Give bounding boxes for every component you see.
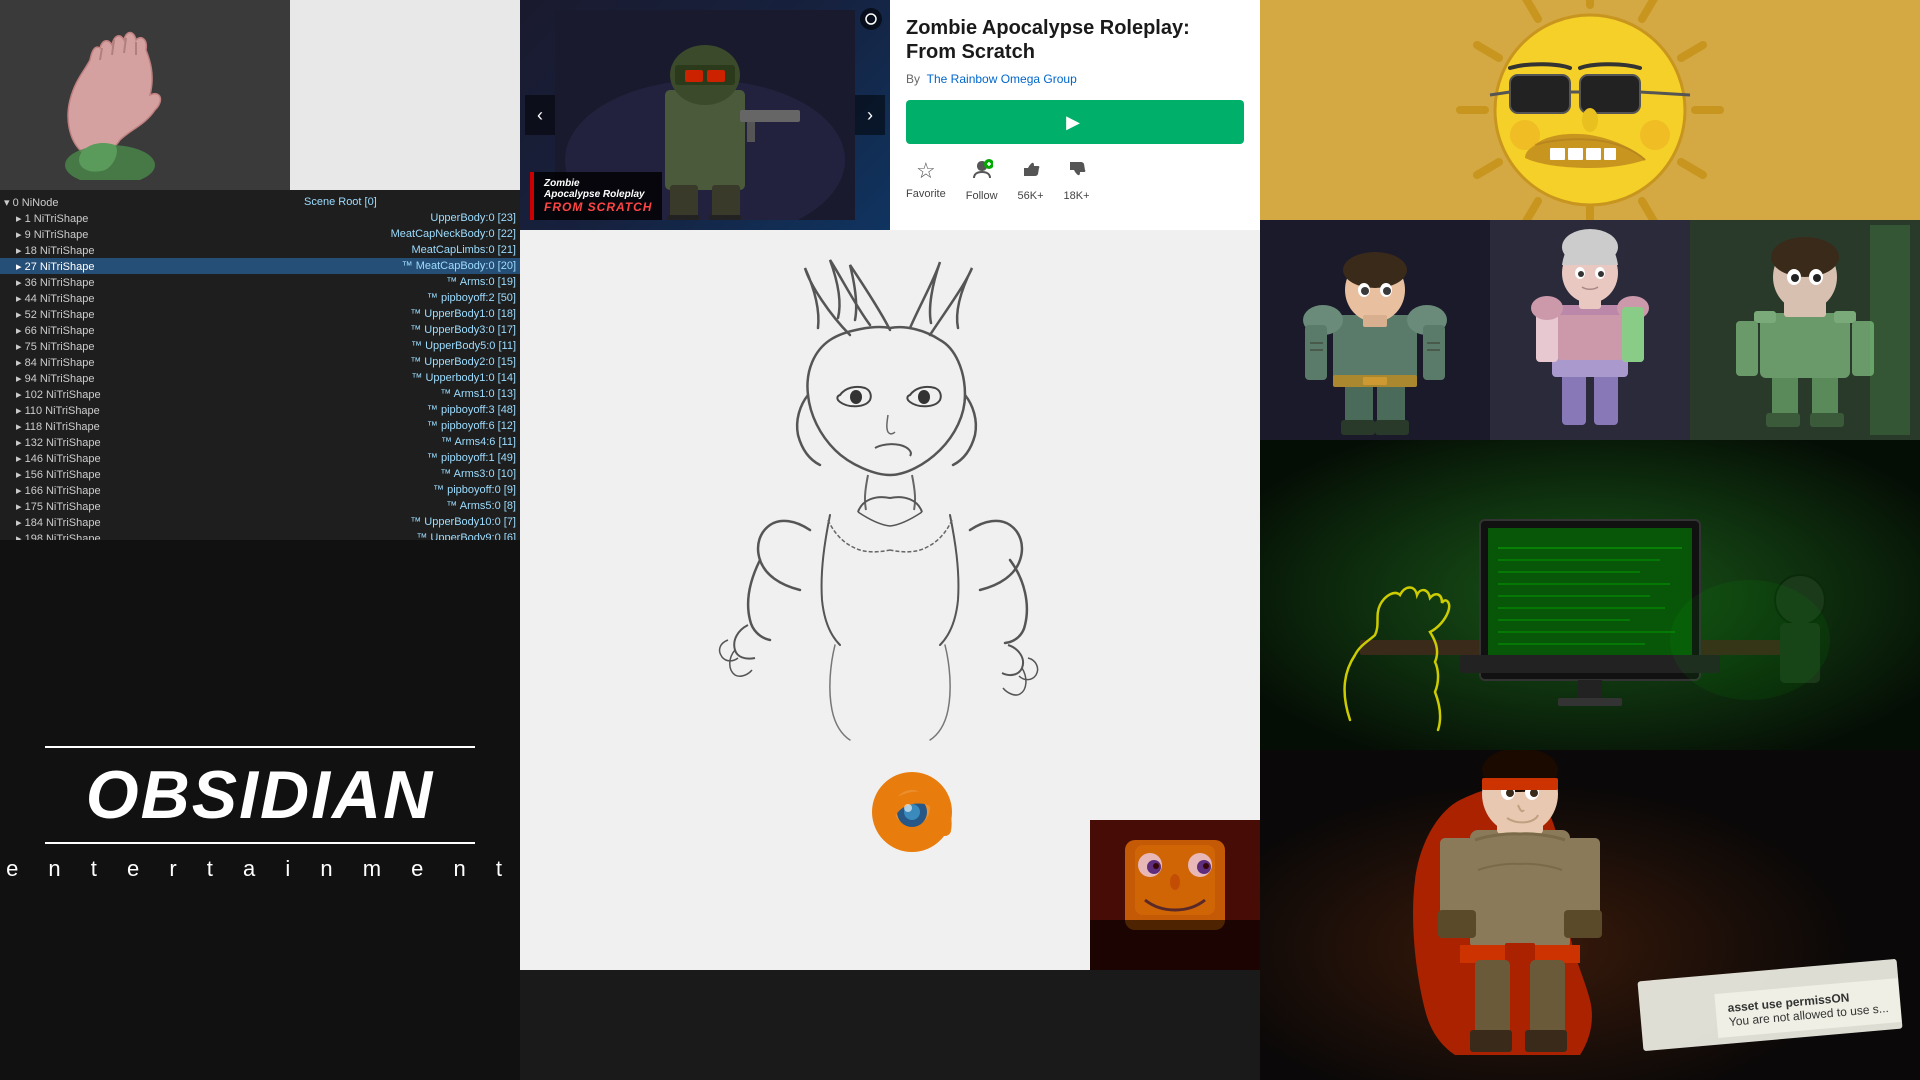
obsidian-title: OBSIDIAN xyxy=(86,756,434,834)
tree-row[interactable]: ▸ 36 NiTriShape ™ Arms:0 [19] xyxy=(0,274,520,290)
game-thumbnail: ‹ › ZombieApocalypse RoleplayFROM SCRATC… xyxy=(520,0,890,230)
dislike-count: 18K+ xyxy=(1064,190,1090,202)
tree-row[interactable]: ▸ 198 NiTriShape ™ UpperBody9:0 [6] xyxy=(0,530,520,540)
tree-row[interactable]: ▸ 94 NiTriShape ™ Upperbody1:0 [14] xyxy=(0,370,520,386)
action-buttons: ☆ Favorite Follow 56K+ xyxy=(906,158,1244,202)
tree-row[interactable]: ▸ 102 NiTriShape ™ Arms1:0 [13] xyxy=(0,386,520,402)
green-model-view xyxy=(1690,220,1920,440)
favorite-icon: ☆ xyxy=(916,158,936,184)
green-model-svg xyxy=(1700,225,1910,435)
favorite-label: Favorite xyxy=(906,188,946,200)
creator-name[interactable]: The Rainbow Omega Group xyxy=(927,72,1077,86)
char-models-panel xyxy=(1260,220,1920,440)
follow-label: Follow xyxy=(966,190,998,202)
game-info: Zombie Apocalypse Roleplay: From Scratch… xyxy=(890,0,1260,230)
roblox-panel: ‹ › ZombieApocalypse RoleplayFROM SCRATC… xyxy=(520,0,1260,230)
tree-row[interactable]: ▸ 118 NiTriShape ™ pipboyoff:6 [12] xyxy=(0,418,520,434)
zombie-title-text: ZombieApocalypse RoleplayFROM SCRATCH xyxy=(544,178,652,214)
green-glow-panel xyxy=(1260,440,1920,750)
soldier-model-svg xyxy=(1275,225,1475,435)
obsidian-logo-area: OBSIDIAN e n t e r t a i n m e n t xyxy=(0,540,520,1080)
warrior-panel: asset use permissON You are not allowed … xyxy=(1260,750,1920,1080)
center-panel: ‹ › ZombieApocalypse RoleplayFROM SCRATC… xyxy=(520,0,1260,1080)
tree-row[interactable]: ▸ 9 NiTriShape MeatCapNeckBody:0 [22] xyxy=(0,226,520,242)
tree-row[interactable]: ▾ 0 NiNode Scene Root [0] xyxy=(0,194,520,210)
blender-logo-svg xyxy=(870,770,955,855)
next-arrow[interactable]: › xyxy=(855,95,885,135)
tree-row[interactable]: ▸ 110 NiTriShape ™ pipboyoff:3 [48] xyxy=(0,402,520,418)
right-panel: asset use permissON You are not allowed … xyxy=(1260,0,1920,1080)
play-button[interactable]: ▶ xyxy=(906,100,1244,144)
obsidian-subtitle: e n t e r t a i n m e n t xyxy=(6,856,514,882)
warrior-svg xyxy=(1260,750,1920,1080)
green-scene-svg xyxy=(1260,440,1920,750)
tree-row[interactable]: ▸ 166 NiTriShape ™ pipboyoff:0 [9] xyxy=(0,482,520,498)
hand-model-viewport xyxy=(0,0,290,190)
tree-row[interactable]: ▸ 132 NiTriShape ™ Arms4:6 [11] xyxy=(0,434,520,450)
like-icon xyxy=(1020,158,1042,186)
tree-row[interactable]: ▸ 175 NiTriShape ™ Arms5:0 [8] xyxy=(0,498,520,514)
tree-row[interactable]: ▸ 146 NiTriShape ™ pipboyoff:1 [49] xyxy=(0,450,520,466)
nav-dot xyxy=(860,8,882,30)
tree-row[interactable]: ▸ 52 NiTriShape ™ UpperBody1:0 [18] xyxy=(0,306,520,322)
tree-row[interactable]: ▸ 66 NiTriShape ™ UpperBody3:0 [17] xyxy=(0,322,520,338)
file-tree: ▾ 0 NiNode Scene Root [0] ▸ 1 NiTriShape… xyxy=(0,190,520,540)
prev-arrow[interactable]: ‹ xyxy=(525,95,555,135)
blender-logo xyxy=(870,770,955,860)
like-count: 56K+ xyxy=(1018,190,1044,202)
obsidian-bottom-line xyxy=(45,842,475,844)
favorite-button[interactable]: ☆ Favorite xyxy=(906,158,946,200)
bottom-left-panel: ▾ 0 NiNode Scene Root [0] ▸ 1 NiTriShape… xyxy=(0,190,520,1080)
drawing-area xyxy=(520,230,1260,970)
game-title-overlay: ZombieApocalypse RoleplayFROM SCRATCH xyxy=(530,172,662,220)
hand-model-svg xyxy=(20,10,270,180)
play-icon: ▶ xyxy=(1066,112,1080,133)
tree-row[interactable]: ▸ 1 NiTriShape UpperBody:0 [23] xyxy=(0,210,520,226)
tree-row[interactable]: ▸ 44 NiTriShape ™ pipboyoff:2 [50] xyxy=(0,290,520,306)
small-thumb-svg xyxy=(1090,820,1260,970)
top-left-panel xyxy=(0,0,520,190)
soldier-model-view xyxy=(1260,220,1490,440)
tree-row-selected[interactable]: ▸ 27 NiTriShape ™ MeatCapBody:0 [20] xyxy=(0,258,520,274)
meme-face-panel xyxy=(1260,0,1920,220)
meme-face-svg xyxy=(1260,0,1920,220)
tree-row[interactable]: ▸ 18 NiTriShape MeatCapLimbs:0 [21] xyxy=(0,242,520,258)
follow-button[interactable]: Follow xyxy=(966,158,998,202)
lavender-model-svg xyxy=(1500,225,1680,435)
like-button[interactable]: 56K+ xyxy=(1018,158,1044,202)
small-thumbnail xyxy=(1090,820,1260,970)
white-side-panel xyxy=(290,0,520,190)
obsidian-top-line xyxy=(45,746,475,748)
follow-icon xyxy=(971,158,993,186)
lavender-model-view xyxy=(1490,220,1690,440)
game-creator: By The Rainbow Omega Group xyxy=(906,72,1244,86)
tree-row[interactable]: ▸ 156 NiTriShape ™ Arms3:0 [10] xyxy=(0,466,520,482)
dislike-icon xyxy=(1066,158,1088,186)
tree-row[interactable]: ▸ 84 NiTriShape ™ UpperBody2:0 [15] xyxy=(0,354,520,370)
dislike-button[interactable]: 18K+ xyxy=(1064,158,1090,202)
tree-row[interactable]: ▸ 184 NiTriShape ™ UpperBody10:0 [7] xyxy=(0,514,520,530)
game-title: Zombie Apocalypse Roleplay: From Scratch xyxy=(906,16,1244,64)
tree-row[interactable]: ▸ 75 NiTriShape ™ UpperBody5:0 [11] xyxy=(0,338,520,354)
